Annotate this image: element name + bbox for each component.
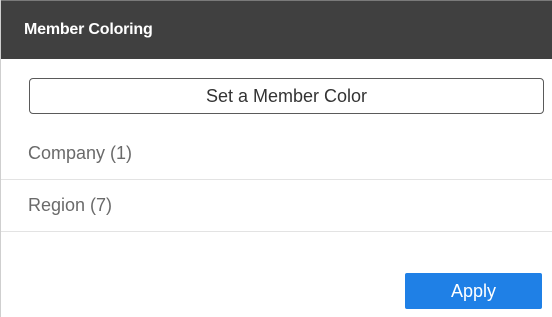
panel-title: Member Coloring xyxy=(24,21,153,38)
member-list: Company (1) Region (7) xyxy=(1,128,552,232)
member-item-label: Company (1) xyxy=(28,143,133,163)
member-item-label: Region (7) xyxy=(28,195,113,215)
panel-header: Member Coloring xyxy=(1,0,552,59)
set-member-color-button[interactable]: Set a Member Color xyxy=(29,78,544,114)
panel-footer: Apply xyxy=(405,273,542,309)
apply-button[interactable]: Apply xyxy=(405,273,542,309)
member-item-company[interactable]: Company (1) xyxy=(1,128,552,180)
member-coloring-panel: Member Coloring Set a Member Color Compa… xyxy=(0,0,552,317)
member-item-region[interactable]: Region (7) xyxy=(1,180,552,232)
set-color-container: Set a Member Color xyxy=(1,59,552,114)
